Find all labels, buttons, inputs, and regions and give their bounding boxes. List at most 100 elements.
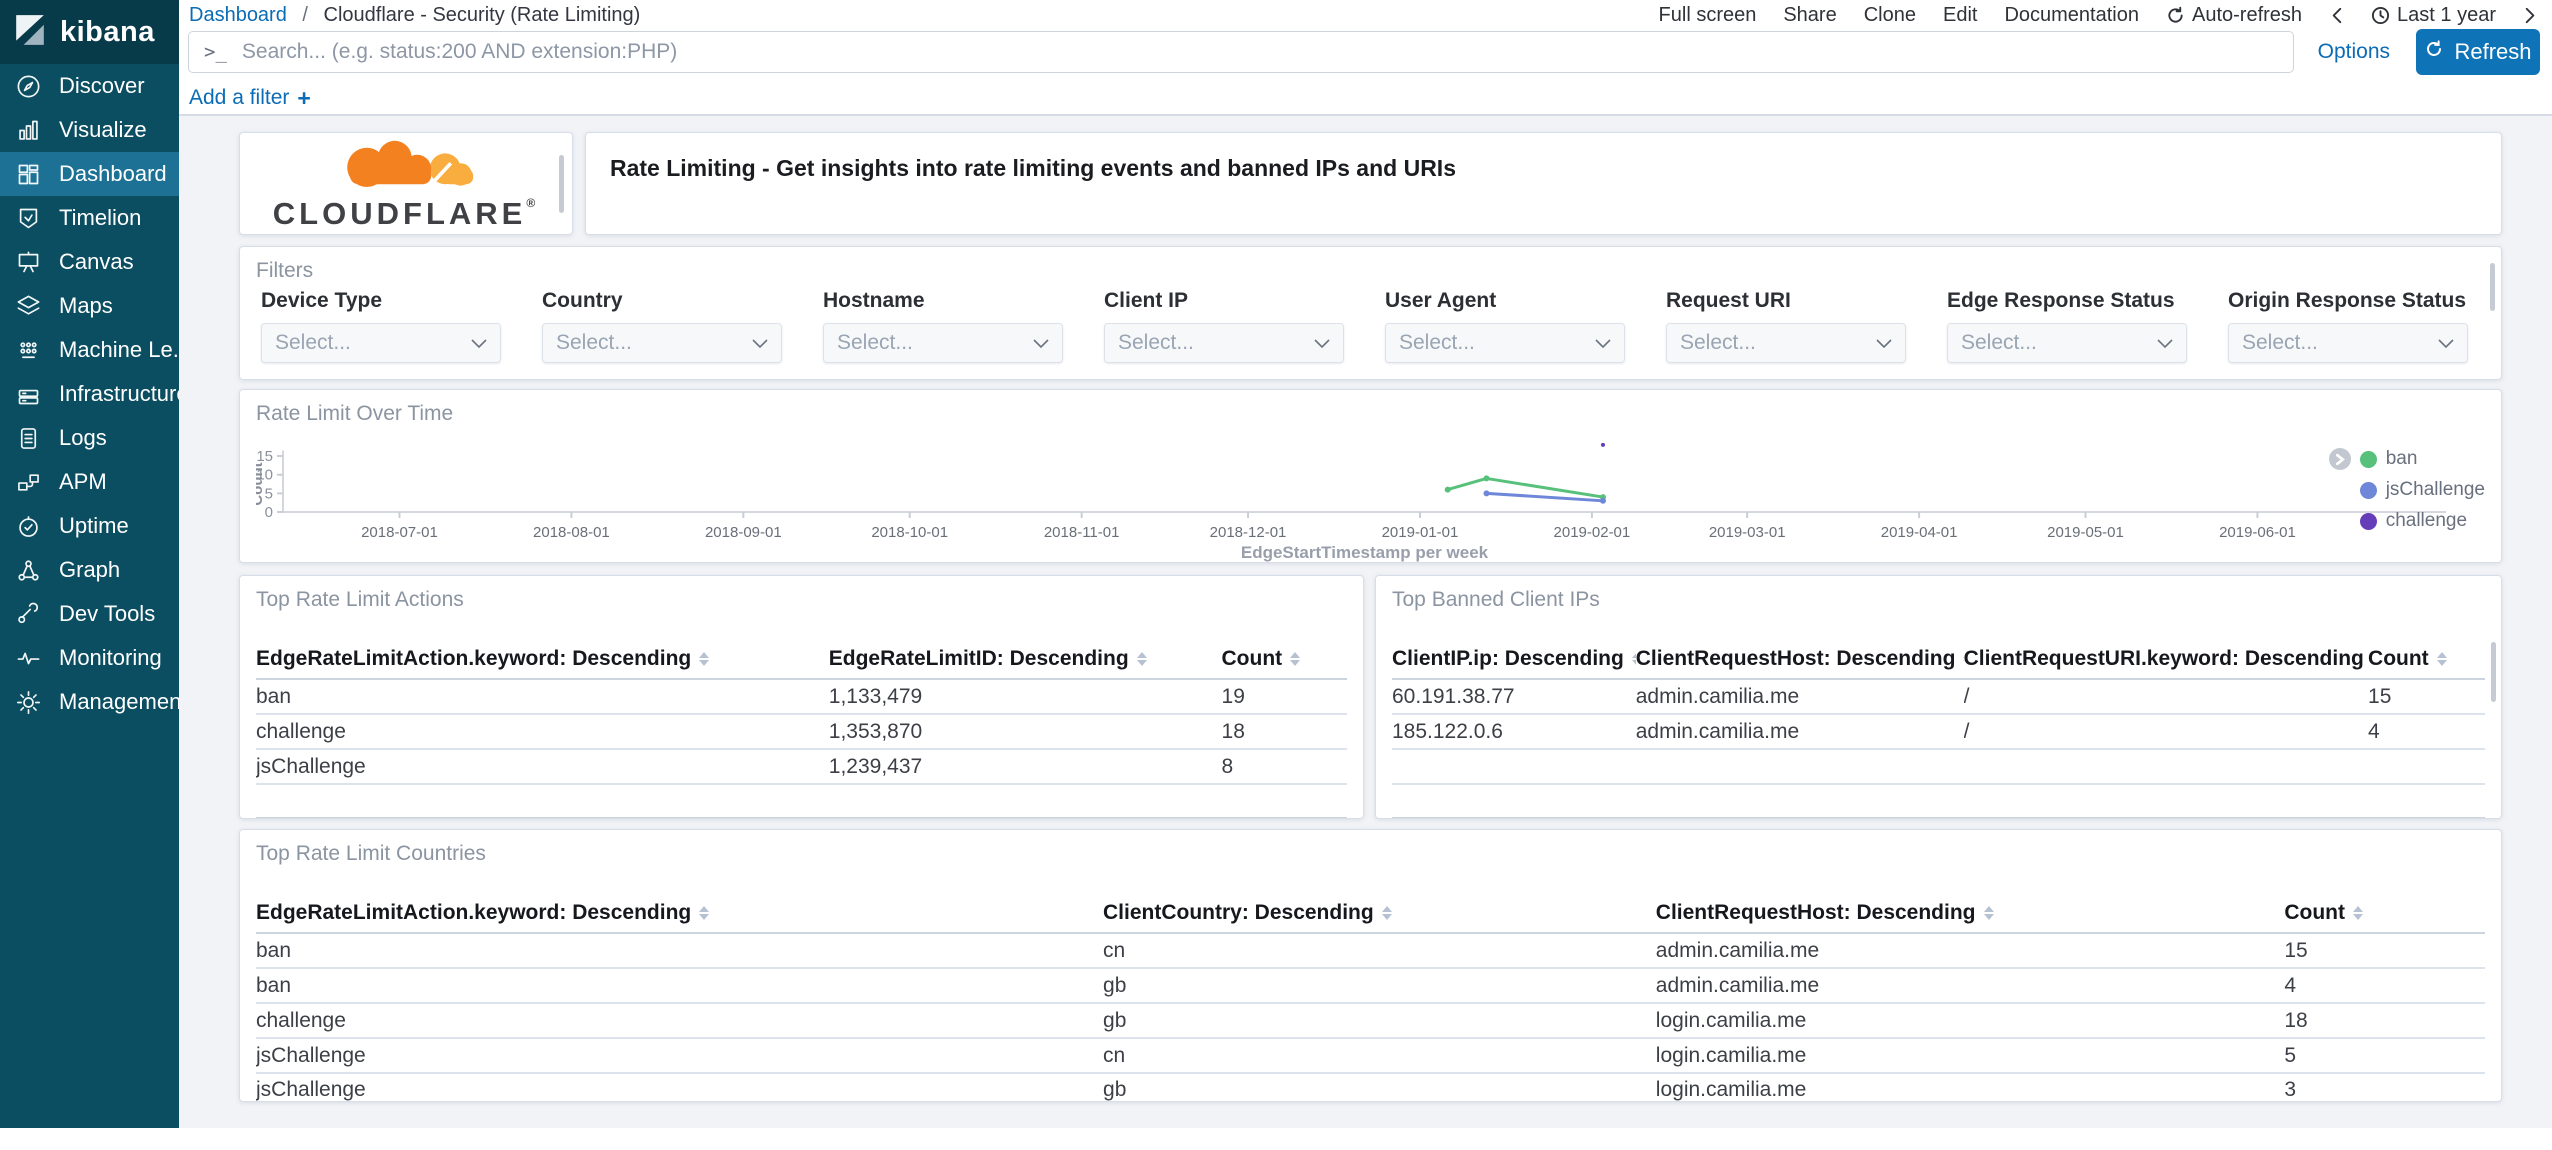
filter-label: Request URI (1666, 289, 1791, 312)
filter-select-user-agent[interactable]: Select... (1385, 323, 1625, 363)
sidebar-item-infrastructure[interactable]: Infrastructure (0, 372, 189, 416)
sidebar-item-label: Uptime (59, 513, 129, 538)
table-cell: jsChallenge (256, 1078, 366, 1101)
svg-text:2019-06-01: 2019-06-01 (2219, 524, 2296, 541)
sidebar-item-maps[interactable]: Maps (0, 284, 179, 328)
breadcrumb-dashboard-link[interactable]: Dashboard (189, 4, 287, 26)
map-layers-icon (15, 293, 42, 320)
clock-icon (2371, 6, 2390, 25)
filters-panel-scrollbar[interactable] (2490, 263, 2495, 311)
top-menu-share[interactable]: Share (1783, 4, 1836, 27)
countries-panel-title: Top Rate Limit Countries (256, 842, 486, 865)
time-next-button[interactable] (2523, 6, 2538, 25)
column-header-label: EdgeRateLimitAction.keyword: Descending (256, 647, 692, 670)
legend-item-jsChallenge[interactable]: jsChallenge (2329, 479, 2485, 501)
select-placeholder: Select... (837, 331, 913, 354)
filter-select-origin-response-status[interactable]: Select... (2228, 323, 2468, 363)
table-cell: challenge (256, 719, 346, 743)
table-row (1392, 785, 2485, 818)
column-header[interactable]: ClientCountry: Descending (1103, 901, 1656, 925)
sidebar-item-dev-tools[interactable]: Dev Tools (0, 592, 179, 636)
top-menu-edit[interactable]: Edit (1943, 4, 1977, 27)
sidebar-nav: Discover Visualize Dashboard Timelion Canvas… (0, 64, 191, 724)
table-row: jsChallenge cn login.camilia.me 5 (256, 1039, 2485, 1074)
infrastructure-icon (15, 381, 42, 408)
legend-item-ban[interactable]: ban (2328, 448, 2485, 470)
dashboard-grid: CLOUDFLARE® Rate Limiting - Get insights… (179, 116, 2552, 1128)
sidebar-item-timelion[interactable]: Timelion (0, 196, 179, 240)
filter-group-client-ip: Client IP Select... (1104, 289, 1344, 363)
column-header[interactable]: ClientRequestHost: Descending (1656, 901, 2285, 925)
column-header[interactable]: ClientRequestHost: Descending (1636, 647, 1964, 671)
svg-text:2018-11-01: 2018-11-01 (1044, 524, 1120, 541)
chart-legend: ban jsChallenge challenge (2328, 448, 2485, 532)
column-header[interactable]: Count (2284, 901, 2485, 925)
legend-collapse-icon[interactable] (2328, 448, 2351, 470)
svg-text:Count: Count (256, 462, 266, 505)
search-box[interactable]: >_ (188, 31, 2294, 73)
sidebar-item-management[interactable]: Management (0, 680, 187, 724)
filter-label: Hostname (823, 289, 925, 312)
table-row: ban gb admin.camilia.me 4 (256, 969, 2485, 1004)
legend-item-challenge[interactable]: challenge (2329, 510, 2485, 532)
sidebar-item-dashboard[interactable]: Dashboard (0, 152, 179, 196)
panel-filters: Filters Device Type Select... Country Selec… (239, 246, 2502, 380)
sidebar-item-discover[interactable]: Discover (0, 64, 179, 108)
svg-text:2018-08-01: 2018-08-01 (533, 524, 610, 541)
top-menu-full-screen[interactable]: Full screen (1659, 4, 1757, 27)
column-header-label: ClientRequestHost: Descending (1655, 901, 1976, 924)
auto-refresh-button[interactable]: Auto-refresh (2166, 4, 2302, 27)
column-header[interactable]: Count (2368, 647, 2485, 671)
select-placeholder: Select... (1680, 331, 1756, 354)
legend-label: jsChallenge (2385, 479, 2485, 500)
time-range-picker[interactable]: Last 1 year (2371, 4, 2496, 27)
sidebar-item-uptime[interactable]: Uptime (0, 504, 179, 548)
options-link[interactable]: Options (2318, 40, 2390, 64)
select-placeholder: Select... (1961, 331, 2037, 354)
sidebar-item-canvas[interactable]: Canvas (0, 240, 179, 284)
add-filter-button[interactable]: Add a filter + (189, 85, 311, 112)
filter-select-client-ip[interactable]: Select... (1104, 323, 1344, 363)
column-header[interactable]: EdgeRateLimitAction.keyword: Descending (256, 901, 1103, 925)
sidebar-item-logs[interactable]: Logs (0, 416, 179, 460)
top-menu-documentation[interactable]: Documentation (2004, 4, 2139, 27)
banned-ips-scrollbar[interactable] (2491, 642, 2496, 702)
logo-panel-scrollbar[interactable] (559, 155, 564, 213)
filter-group-device-type: Device Type Select... (261, 289, 501, 363)
column-header[interactable]: ClientRequestURI.keyword: Descending (1964, 647, 2368, 671)
table-row: 60.191.38.77 admin.camilia.me / 15 (1392, 680, 2485, 715)
table-cell: 1,133,479 (828, 684, 923, 708)
sidebar-item-label: Canvas (59, 249, 134, 274)
table-cell: gb (1103, 973, 1127, 997)
filter-select-device-type[interactable]: Select... (261, 323, 501, 363)
sidebar-item-graph[interactable]: Graph (0, 548, 179, 592)
column-header[interactable]: Count (1222, 647, 1347, 671)
filter-select-edge-response-status[interactable]: Select... (1947, 323, 2187, 363)
filter-group-request-uri: Request URI Select... (1666, 289, 1906, 363)
search-input[interactable] (241, 40, 2278, 64)
cloudflare-cloud-icon (347, 140, 474, 187)
wrench-icon (15, 601, 42, 628)
column-header-label: Count (1221, 647, 1283, 670)
column-header-label: ClientRequestURI.keyword: Descending (1963, 647, 2364, 670)
kibana-logo[interactable]: kibana (0, 0, 179, 64)
sidebar-item-apm[interactable]: APM (0, 460, 179, 504)
filter-select-hostname[interactable]: Select... (823, 323, 1063, 363)
heartbeat-icon (15, 645, 42, 672)
countries-table: EdgeRateLimitAction.keyword: Descending C… (256, 894, 2485, 1101)
top-menu-clone[interactable]: Clone (1864, 4, 1916, 27)
column-header[interactable]: EdgeRateLimitAction.keyword: Descending (256, 647, 829, 671)
column-header-label: ClientRequestHost: Descending (1635, 647, 1956, 670)
sidebar-item-machine-learning[interactable]: Machine Le... (0, 328, 191, 372)
filter-select-request-uri[interactable]: Select... (1666, 323, 1906, 363)
column-header[interactable]: ClientIP.ip: Descending (1392, 647, 1636, 671)
sidebar-item-monitoring[interactable]: Monitoring (0, 636, 179, 680)
actions-panel-title: Top Rate Limit Actions (256, 588, 464, 611)
compass-icon (15, 73, 42, 100)
refresh-button[interactable]: Refresh (2416, 29, 2540, 75)
filter-select-country[interactable]: Select... (542, 323, 782, 363)
time-prev-button[interactable] (2329, 6, 2344, 25)
column-header[interactable]: EdgeRateLimitID: Descending (829, 647, 1222, 671)
actions-table: EdgeRateLimitAction.keyword: Descending E… (256, 640, 1347, 818)
sidebar-item-visualize[interactable]: Visualize (0, 108, 179, 152)
